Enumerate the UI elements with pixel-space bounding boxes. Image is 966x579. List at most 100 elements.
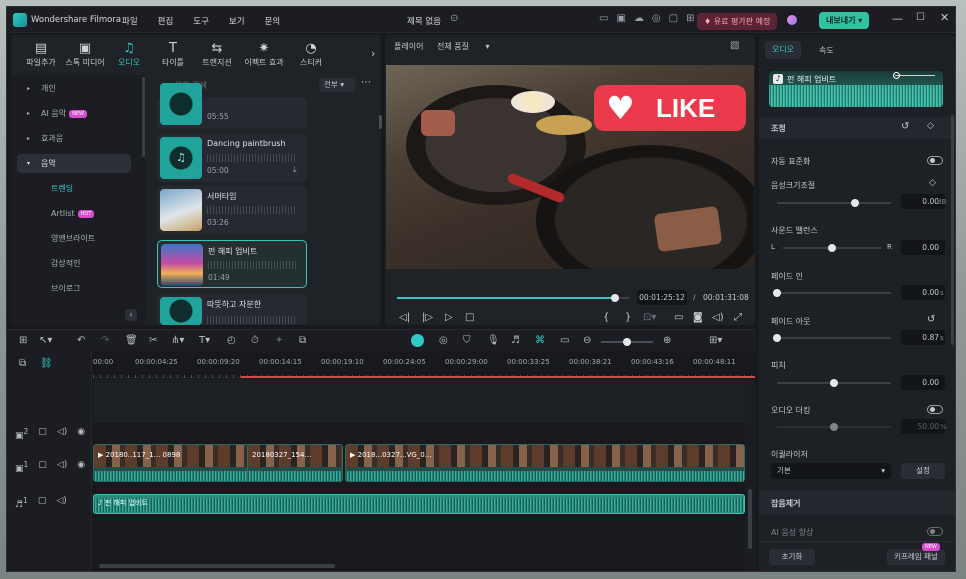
text-tool-icon[interactable]: T▾ <box>199 335 210 346</box>
fade-out-value[interactable]: 0.87 <box>901 330 945 345</box>
mark-out-icon[interactable]: } <box>625 312 631 323</box>
list-item[interactable]: 서머타임 03:26 <box>157 186 307 234</box>
sidebar-item-vlog[interactable]: 브이로그 <box>17 279 131 298</box>
sidebar-item-ai-music[interactable]: ▸ AI 음악 NEW <box>17 104 131 123</box>
play-icon[interactable]: ▷ <box>445 312 453 323</box>
snapshot-image-icon[interactable]: ▧ <box>730 40 739 51</box>
mute-icon[interactable]: ◁) <box>57 427 67 441</box>
quality-dropdown[interactable]: 전체 품질 ▾ <box>437 41 490 52</box>
collapse-sidebar-icon[interactable]: ‹ <box>125 309 137 321</box>
folder-icon[interactable]: ▢ <box>38 427 47 441</box>
timeline-hscrollbar[interactable] <box>99 564 335 568</box>
effects-tool-icon[interactable]: ✦ <box>275 335 283 346</box>
reset-icon[interactable]: ↺ <box>901 121 909 132</box>
tool-transitions[interactable]: ⇆ 트랜지션 <box>195 41 239 68</box>
tool-import[interactable]: ▤ 파일추가 <box>19 41 63 68</box>
undo-icon[interactable]: ↶ <box>77 335 85 346</box>
track-lane-video-2[interactable] <box>93 424 755 442</box>
video-clip[interactable]: ▶ 2018...0327...VG_0... <box>345 444 745 482</box>
add-track-icon[interactable]: ⧉ <box>19 358 26 369</box>
shield-icon[interactable]: ⛉ <box>463 335 471 346</box>
playback-progress[interactable] <box>397 294 629 302</box>
maximize-icon[interactable]: ☐ <box>916 12 925 23</box>
more-options-icon[interactable]: ⋯ <box>361 77 371 88</box>
feedback-icon[interactable]: ▢ <box>669 13 686 24</box>
pitch-value[interactable]: 0.00 <box>901 375 945 390</box>
auto-normalize-toggle[interactable] <box>927 156 943 165</box>
volume-icon[interactable]: ◁) <box>712 312 724 323</box>
camera-icon[interactable]: ◙ <box>693 312 703 323</box>
minimize-icon[interactable]: — <box>892 12 903 25</box>
tool-effects[interactable]: ✷ 이펙트 효과 <box>239 41 289 68</box>
crop-icon[interactable]: ⧉ <box>299 335 306 346</box>
screen-icon[interactable]: ▭ <box>599 13 616 24</box>
video-clip[interactable]: 20180327_154... <box>247 444 343 482</box>
ducking-knob[interactable] <box>830 423 838 431</box>
menu-tools[interactable]: 도구 <box>193 17 209 27</box>
project-title[interactable]: 제목 없음 <box>407 15 441 27</box>
auto-reframe-icon[interactable]: ◎ <box>439 335 448 346</box>
pitch-knob[interactable] <box>830 379 838 387</box>
folder-icon[interactable]: ▢ <box>38 460 47 474</box>
balance-value[interactable]: 0.00 <box>901 240 945 255</box>
list-item[interactable]: ♫ Dancing paintbrush 05:00 ⤓ <box>157 134 307 182</box>
audio-clip[interactable]: ♪ 펀 해피 업비트 <box>93 494 745 514</box>
ducking-value[interactable]: 50.00 <box>901 419 945 434</box>
keyframe-diamond-icon[interactable]: ◇ <box>927 121 934 131</box>
equalizer-settings-button[interactable]: 설정 <box>901 463 945 479</box>
fade-in-slider[interactable] <box>773 289 891 297</box>
keyframe-panel-button[interactable]: 키프레임 패널 <box>887 549 945 565</box>
fade-in-knob[interactable] <box>773 289 781 297</box>
list-item[interactable]: 05:55 <box>157 83 307 128</box>
fade-out-reset-icon[interactable]: ↺ <box>927 314 935 325</box>
step-back-icon[interactable]: ◁| <box>399 312 410 323</box>
subtitle-icon[interactable]: ▭ <box>560 335 569 346</box>
delete-icon[interactable]: 🗑 <box>125 335 138 346</box>
timeline-vscrollbar[interactable] <box>748 489 752 549</box>
tool-audio[interactable]: ♫ 오디오 <box>107 41 151 68</box>
audio-split-icon[interactable]: ⋔▾ <box>171 335 184 346</box>
tool-titles[interactable]: T 타이틀 <box>151 41 195 68</box>
sidebar-item-music[interactable]: ▾ 음악 <box>17 154 131 173</box>
sidebar-item-personal[interactable]: ▸ 개인 <box>17 79 131 98</box>
fade-in-value[interactable]: 0.00 <box>901 285 945 300</box>
volume-keyframe-icon[interactable]: ◇ <box>929 178 936 188</box>
toolbar-more-chevron-icon[interactable]: › <box>371 47 375 60</box>
avatar[interactable] <box>787 15 797 25</box>
equalizer-dropdown[interactable]: 기본 ▾ <box>771 463 891 479</box>
menu-file[interactable]: 파일 <box>122 17 138 27</box>
tab-audio[interactable]: 오디오 <box>765 41 801 59</box>
list-item[interactable]: 따뜻하고 자분한 <box>157 294 307 325</box>
insert-icon[interactable]: ⊡▾ <box>643 312 656 323</box>
link-icon[interactable]: ⛓ <box>40 358 53 369</box>
speed-icon[interactable]: ◴ <box>227 335 236 346</box>
display-icon[interactable]: ▭ <box>674 312 683 323</box>
cut-icon[interactable]: ✂ <box>149 335 157 346</box>
mute-icon[interactable]: ◁) <box>57 460 67 474</box>
sidebar-item-trending[interactable]: 트렌딩 <box>17 179 131 198</box>
fullscreen-icon[interactable]: ⤢ <box>734 312 742 323</box>
inspector-scrollbar[interactable] <box>951 115 954 345</box>
mute-icon[interactable]: ◁) <box>56 496 66 510</box>
filter-dropdown[interactable]: 전부 ▾ <box>319 78 355 92</box>
menu-view[interactable]: 보기 <box>229 17 245 27</box>
menu-edit[interactable]: 편집 <box>158 17 174 27</box>
tool-stickers[interactable]: ◔ 스티커 <box>289 41 333 68</box>
mark-in-icon[interactable]: { <box>603 312 609 323</box>
music-clip-icon[interactable]: ♬ <box>511 335 520 346</box>
sidebar-item-sound-effects[interactable]: ▸ 효과음 <box>17 129 131 148</box>
select-tool-icon[interactable]: ↖▾ <box>39 335 52 346</box>
save-icon[interactable]: ▣ <box>616 13 633 24</box>
list-item-selected[interactable]: 펀 해피 업비트 01:49 <box>157 240 307 288</box>
ai-enhance-toggle[interactable] <box>927 527 943 536</box>
ducking-slider[interactable] <box>777 423 891 431</box>
redo-icon[interactable]: ↷ <box>101 335 109 346</box>
step-forward-icon[interactable]: |▷ <box>422 312 433 323</box>
fade-out-knob[interactable] <box>773 334 781 342</box>
microphone-icon[interactable]: 🎙 <box>487 335 500 346</box>
balance-slider[interactable] <box>783 244 881 252</box>
zoom-out-icon[interactable]: ⊖ <box>583 335 591 346</box>
sidebar-item-sentimental[interactable]: 감상적인 <box>17 254 131 273</box>
menu-help[interactable]: 문의 <box>265 17 281 27</box>
progress-knob[interactable] <box>611 294 620 302</box>
